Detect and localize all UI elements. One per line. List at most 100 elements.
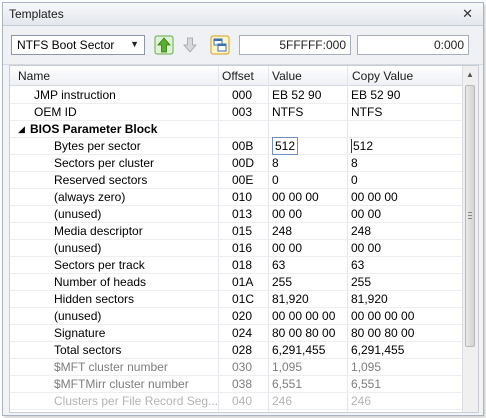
table-row[interactable]: Signature 024 80 00 80 00 80 00 80 00 — [10, 324, 462, 342]
row-value[interactable]: 1,095 — [272, 360, 302, 374]
table-row[interactable]: Total sectors 028 6,291,455 6,291,455 — [10, 341, 462, 359]
row-offset: 000 — [232, 88, 253, 102]
row-copy-value[interactable]: 63 — [351, 258, 364, 272]
grip-line — [468, 218, 472, 219]
group-row[interactable]: ◢ BIOS Parameter Block — [10, 120, 462, 138]
row-offset: 024 — [232, 326, 253, 340]
row-copy-value[interactable]: 248 — [351, 224, 371, 238]
scroll-up-icon[interactable]: ▲ — [466, 70, 474, 79]
column-header-name[interactable]: Name — [18, 69, 50, 83]
row-copy-value[interactable]: 00 00 00 00 — [351, 309, 414, 323]
row-value[interactable]: 81,920 — [272, 292, 309, 306]
position-field[interactable]: 5FFFFF:000 — [239, 35, 351, 55]
row-copy-value[interactable]: 1,095 — [351, 360, 381, 374]
row-copy-value[interactable]: 255 — [351, 275, 371, 289]
column-header-copy-value[interactable]: Copy Value — [352, 69, 413, 83]
panel-title: Templates — [9, 7, 64, 21]
row-offset: 030 — [232, 360, 253, 374]
row-name: BIOS Parameter Block — [30, 122, 158, 136]
row-value[interactable]: 248 — [272, 224, 292, 238]
row-offset: 01C — [232, 292, 255, 306]
row-copy-value[interactable]: 8 — [351, 156, 358, 170]
table-row[interactable]: (unused) 013 00 00 00 00 — [10, 205, 462, 223]
row-value[interactable]: 246 — [272, 394, 292, 408]
row-name: Sectors per track — [54, 258, 145, 272]
row-copy-value[interactable]: 6,291,455 — [351, 343, 404, 357]
row-value[interactable]: NTFS — [272, 105, 303, 119]
scrollbar-thumb[interactable] — [465, 85, 475, 347]
row-value[interactable]: 0 — [272, 173, 279, 187]
row-name: Sectors per cluster — [54, 156, 155, 170]
table-row[interactable]: JMP instruction 000 EB 52 90 EB 52 90 — [10, 86, 462, 104]
move-down-button[interactable] — [179, 34, 201, 56]
row-name: (unused) — [54, 207, 102, 221]
table-row[interactable]: $MFT cluster number 030 1,095 1,095 — [10, 358, 462, 376]
template-select[interactable]: NTFS Boot Sector ▼ — [11, 35, 145, 55]
table-row[interactable]: OEM ID 003 NTFS NTFS — [10, 103, 462, 121]
row-value[interactable]: 6,551 — [272, 377, 302, 391]
row-offset: 018 — [232, 258, 253, 272]
row-copy-value[interactable]: NTFS — [351, 105, 382, 119]
table-row[interactable]: Sectors per track 018 63 63 — [10, 256, 462, 274]
row-value[interactable]: 512 — [272, 137, 299, 155]
row-value[interactable]: 00 00 00 — [272, 190, 319, 204]
column-header-offset[interactable]: Offset — [222, 69, 254, 83]
row-copy-value[interactable]: 00 00 00 — [351, 190, 398, 204]
row-value[interactable]: 00 00 00 00 — [272, 309, 335, 323]
row-offset: 010 — [232, 190, 253, 204]
column-header-value[interactable]: Value — [272, 69, 302, 83]
row-value[interactable]: 6,291,455 — [272, 343, 325, 357]
row-copy-value[interactable]: 80 00 80 00 — [351, 326, 414, 340]
table-row[interactable]: (unused) 020 00 00 00 00 00 00 00 00 — [10, 307, 462, 325]
table-row[interactable]: $MFTMirr cluster number 038 6,551 6,551 — [10, 375, 462, 393]
row-name: Total sectors — [54, 343, 122, 357]
close-icon[interactable]: ✕ — [462, 6, 473, 22]
table-row[interactable]: Hidden sectors 01C 81,920 81,920 — [10, 290, 462, 308]
row-copy-value[interactable]: 512 — [351, 139, 373, 153]
table-row[interactable]: Number of heads 01A 255 255 — [10, 273, 462, 291]
row-name: $MFTMirr cluster number — [54, 377, 189, 391]
row-value[interactable]: 8 — [272, 156, 279, 170]
row-copy-value[interactable]: 00 00 — [351, 207, 381, 221]
row-copy-value[interactable]: 00 00 — [351, 241, 381, 255]
table-row[interactable]: Bytes per sector 00B 512 512 — [10, 137, 462, 155]
table-row[interactable]: (always zero) 010 00 00 00 00 00 00 — [10, 188, 462, 206]
table-row[interactable]: Media descriptor 015 248 248 — [10, 222, 462, 240]
row-value[interactable]: 00 00 — [272, 241, 302, 255]
row-copy-value[interactable]: 81,920 — [351, 292, 388, 306]
table-row[interactable]: Clusters per File Record Seg... 040 246 246 — [10, 392, 462, 410]
row-name: Number of heads — [54, 275, 147, 289]
row-offset: 00E — [232, 173, 254, 187]
row-copy-value[interactable]: EB 52 90 — [351, 88, 400, 102]
grip-line — [468, 215, 472, 216]
layout-toggle-button[interactable] — [209, 34, 231, 56]
row-offset: 013 — [232, 207, 253, 221]
table-row[interactable]: Reserved sectors 00E 0 0 — [10, 171, 462, 189]
row-value[interactable]: 255 — [272, 275, 292, 289]
row-copy-value[interactable]: 246 — [351, 394, 371, 408]
grid-header: Name Offset Value Copy Value — [10, 66, 462, 86]
row-offset: 038 — [232, 377, 253, 391]
row-copy-value[interactable]: 6,551 — [351, 377, 381, 391]
table-row[interactable]: (unused) 016 00 00 00 00 — [10, 239, 462, 257]
row-offset: 00B — [232, 139, 254, 153]
row-value[interactable]: 00 00 — [272, 207, 302, 221]
copy-position-field[interactable]: 0:000 — [357, 35, 469, 55]
row-value[interactable]: 63 — [272, 258, 285, 272]
row-value[interactable]: 80 00 80 00 — [272, 326, 335, 340]
move-up-button[interactable] — [153, 34, 175, 56]
row-name: (unused) — [54, 309, 102, 323]
row-name: Signature — [54, 326, 106, 340]
row-copy-value[interactable]: 0 — [351, 173, 358, 187]
row-value[interactable]: EB 52 90 — [272, 88, 321, 102]
arrow-up-icon — [154, 35, 174, 55]
collapse-triangle-icon[interactable]: ◢ — [18, 124, 25, 135]
table-row[interactable]: Sectors per cluster 00D 8 8 — [10, 154, 462, 172]
row-offset: 00D — [232, 156, 255, 170]
grip-line — [468, 212, 472, 213]
row-name: Reserved sectors — [54, 173, 148, 187]
row-offset: 016 — [232, 241, 253, 255]
row-offset: 040 — [232, 394, 253, 408]
vertical-scrollbar[interactable]: ▲ — [462, 66, 478, 412]
row-name: Clusters per File Record Seg... — [54, 394, 219, 408]
